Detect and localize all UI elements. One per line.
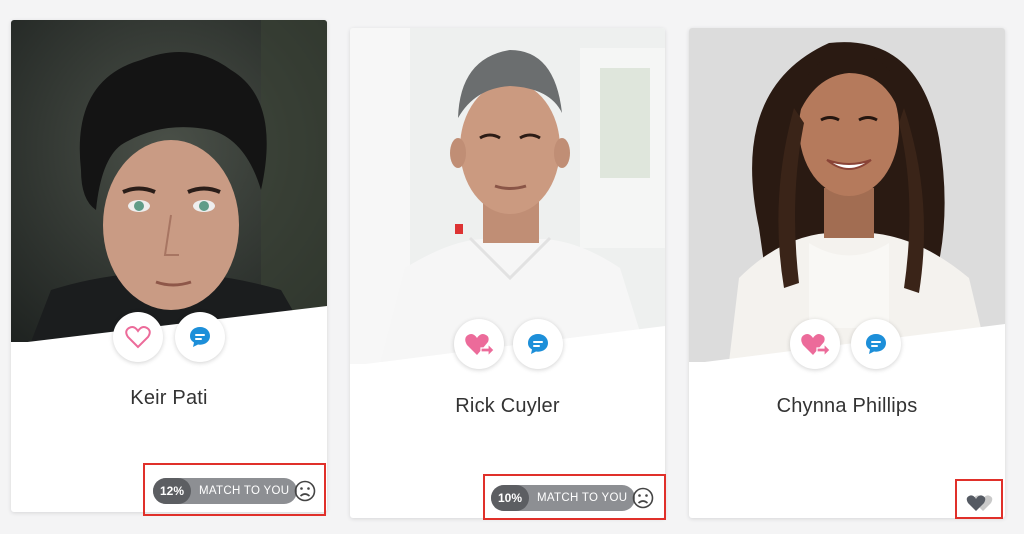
message-button[interactable] [175, 312, 225, 362]
photo-divider [11, 306, 327, 344]
chat-bubble-icon [866, 334, 886, 354]
heart-outline-icon [125, 326, 151, 349]
message-button[interactable] [851, 319, 901, 369]
profile-card[interactable]: Keir Pati 12% MATCH TO YOU [11, 20, 327, 512]
like-button[interactable] [113, 312, 163, 362]
photo-divider [350, 326, 665, 366]
heart-send-icon [465, 334, 494, 357]
profile-card[interactable]: Chynna Phillips [689, 28, 1005, 518]
like-button[interactable] [790, 319, 840, 369]
profile-name[interactable]: Rick Cuyler [350, 395, 665, 418]
heart-send-icon [801, 334, 830, 357]
highlight-box [483, 474, 666, 520]
profile-name[interactable]: Chynna Phillips [689, 395, 1005, 418]
like-button[interactable] [454, 319, 504, 369]
profile-photo[interactable] [11, 20, 327, 342]
photo-divider [689, 324, 1005, 364]
chat-bubble-icon [528, 334, 548, 354]
highlight-box [143, 463, 326, 516]
message-button[interactable] [513, 319, 563, 369]
highlight-box [955, 479, 1003, 519]
profile-name[interactable]: Keir Pati [11, 387, 327, 410]
chat-bubble-icon [190, 327, 210, 347]
profile-card[interactable]: Rick Cuyler 10% MATCH TO YOU [350, 28, 665, 518]
profile-photo[interactable] [350, 28, 665, 364]
profile-photo[interactable] [689, 28, 1005, 362]
